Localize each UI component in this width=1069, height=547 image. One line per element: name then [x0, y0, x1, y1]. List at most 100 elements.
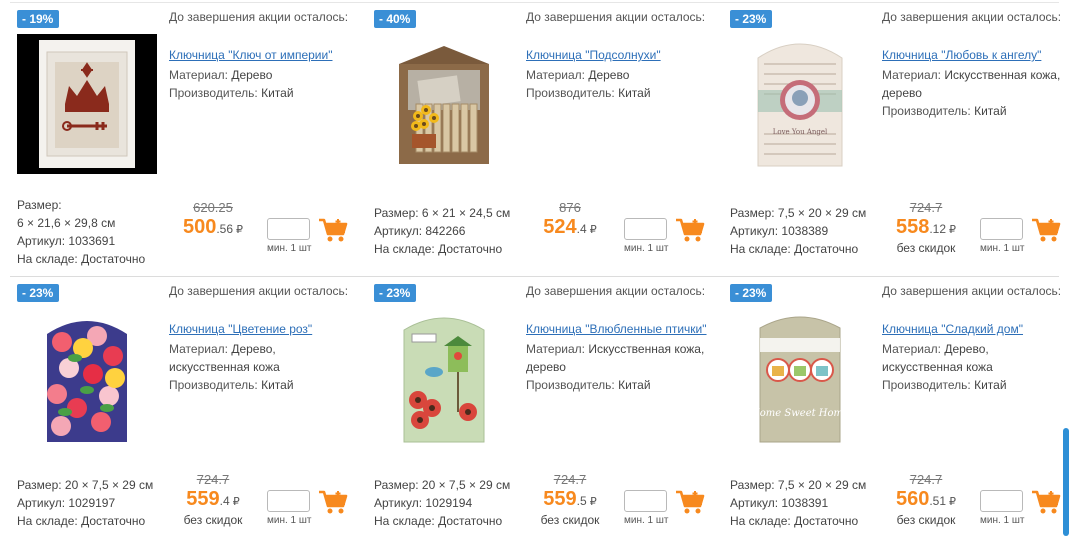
product-info: Размер: 6 × 21 × 24,5 см Артикул: 842266…	[374, 204, 534, 258]
product-image[interactable]	[17, 308, 157, 448]
producer-value: Китай	[261, 86, 294, 100]
product-title-link[interactable]: Ключница "Цветение роз"	[169, 322, 312, 336]
size-value: 6 × 21,6 × 29,8 см	[17, 216, 116, 230]
quantity-input[interactable]	[980, 218, 1023, 240]
material-label: Материал:	[526, 342, 585, 356]
material-value: Дерево	[588, 68, 630, 82]
producer-label: Производитель:	[169, 378, 258, 392]
product-properties: Материал: Дерево Производитель: Китай	[526, 66, 706, 102]
article-value: 1029197	[68, 496, 116, 510]
add-to-cart-icon[interactable]	[675, 489, 705, 515]
old-price: 724.7	[909, 472, 943, 487]
product-properties: Материал: Дерево, искусственная кожа Про…	[882, 340, 1062, 394]
promo-timer-label: До завершения акции осталось:	[169, 284, 349, 298]
product-properties: Материал: Дерево, искусственная кожа Про…	[169, 340, 349, 394]
currency-sign: ₽	[232, 496, 240, 508]
current-price: 524.4 ₽	[520, 216, 620, 241]
producer-value: Китай	[974, 378, 1007, 392]
top-divider	[10, 2, 1059, 3]
product-title-link[interactable]: Ключница "Влюбленные птички"	[526, 322, 707, 336]
quantity-input[interactable]	[267, 218, 310, 240]
quantity-input[interactable]	[624, 490, 667, 512]
product-image[interactable]	[374, 308, 514, 448]
product-title-link[interactable]: Ключница "Любовь к ангелу"	[882, 48, 1041, 62]
currency-sign: ₽	[236, 224, 244, 236]
no-discount-note: без скидок	[183, 513, 243, 527]
old-price: 724.7	[909, 200, 943, 215]
price-block: 724.7 559.4 ₽ без скидок	[163, 472, 263, 527]
product-grid: - 19% До завершения акции осталось: Ключ…	[0, 0, 1069, 547]
producer-label: Производитель:	[169, 86, 258, 100]
product-properties: Материал: Дерево Производитель: Китай	[169, 66, 349, 102]
svg-text:Love You Angel: Love You Angel	[773, 128, 828, 136]
quantity-input[interactable]	[980, 490, 1023, 512]
material-label: Материал:	[169, 68, 228, 82]
add-to-cart-icon[interactable]	[318, 489, 348, 515]
price-integer: 558	[895, 216, 930, 238]
price-fraction: .4	[576, 222, 587, 236]
min-quantity-note: мин. 1 шт	[980, 243, 1025, 254]
no-discount-note: без скидок	[896, 513, 956, 527]
product-image[interactable]	[17, 34, 157, 174]
stock-label: На складе:	[374, 514, 435, 528]
product-info: Размер: 7,5 × 20 × 29 см Артикул: 103839…	[730, 476, 890, 530]
add-to-cart-icon[interactable]	[318, 217, 348, 243]
price-integer: 524	[543, 216, 577, 238]
min-quantity-note: мин. 1 шт	[624, 243, 669, 254]
add-to-cart-icon[interactable]	[1031, 489, 1061, 515]
quantity-input[interactable]	[267, 490, 310, 512]
price-block: 724.7 559.5 ₽ без скидок	[520, 472, 620, 527]
article-value: 1033691	[68, 234, 116, 248]
price-fraction: .56	[216, 222, 234, 236]
promo-timer-label: До завершения акции осталось:	[526, 284, 706, 298]
price-fraction: .12	[929, 222, 947, 236]
discount-badge: - 19%	[17, 10, 60, 28]
product-title-link[interactable]: Ключница "Ключ от империи"	[169, 48, 332, 62]
product-card: - 40% До завершения акции осталось: Ключ…	[357, 4, 714, 277]
no-discount-note: без скидок	[540, 513, 600, 527]
stock-value: Достаточно	[794, 242, 859, 256]
product-card: - 23% До завершения акции осталось: Home…	[713, 278, 1069, 547]
stock-label: На складе:	[730, 514, 791, 528]
scrollbar-thumb[interactable]	[1063, 428, 1069, 536]
article-label: Артикул:	[730, 224, 779, 238]
product-image[interactable]	[374, 34, 514, 174]
article-label: Артикул:	[374, 224, 423, 238]
product-info: Размер: 20 × 7,5 × 29 см Артикул: 102919…	[17, 476, 177, 530]
product-properties: Материал: Искусственная кожа, дерево Про…	[882, 66, 1062, 120]
quantity-input[interactable]	[624, 218, 667, 240]
price-block: 620.25 500.56 ₽	[163, 200, 263, 241]
promo-timer-label: До завершения акции осталось:	[169, 10, 349, 24]
size-line: Размер: 6 × 21 × 24,5 см	[374, 206, 511, 220]
stock-label: На складе:	[730, 242, 791, 256]
price-fraction: .4	[219, 494, 230, 508]
product-image[interactable]: Home Sweet Home	[730, 308, 870, 448]
old-price: 724.7	[553, 472, 587, 487]
price-block: 724.7 560.51 ₽ без скидок	[876, 472, 976, 527]
add-to-cart-icon[interactable]	[1031, 217, 1061, 243]
stock-value: Достаточно	[438, 514, 503, 528]
product-title-link[interactable]: Ключница "Подсолнухи"	[526, 48, 661, 62]
stock-label: На складе:	[17, 514, 78, 528]
producer-value: Китай	[261, 378, 294, 392]
currency-sign: ₽	[589, 496, 597, 508]
stock-value: Достаточно	[81, 252, 146, 266]
promo-timer-label: До завершения акции осталось:	[882, 10, 1062, 24]
size-line: Размер: 20 × 7,5 × 29 см	[17, 478, 154, 492]
producer-label: Производитель:	[882, 104, 971, 118]
article-value: 1038389	[781, 224, 829, 238]
add-to-cart-icon[interactable]	[675, 217, 705, 243]
stock-label: На складе:	[17, 252, 78, 266]
producer-label: Производитель:	[526, 86, 615, 100]
product-card: - 23% До завершения акции осталось: Love…	[713, 4, 1069, 277]
stock-value: Достаточно	[794, 514, 859, 528]
product-title-link[interactable]: Ключница "Сладкий дом"	[882, 322, 1023, 336]
price-integer: 559	[543, 488, 577, 510]
article-value: 1029194	[425, 496, 473, 510]
producer-value: Китай	[618, 378, 651, 392]
price-integer: 560	[895, 488, 930, 510]
product-image[interactable]: Love You Angel	[730, 34, 870, 174]
product-info: Размер: 7,5 × 20 × 29 см Артикул: 103838…	[730, 204, 890, 258]
article-label: Артикул:	[730, 496, 779, 510]
product-info: Размер: 20 × 7,5 × 29 см Артикул: 102919…	[374, 476, 534, 530]
